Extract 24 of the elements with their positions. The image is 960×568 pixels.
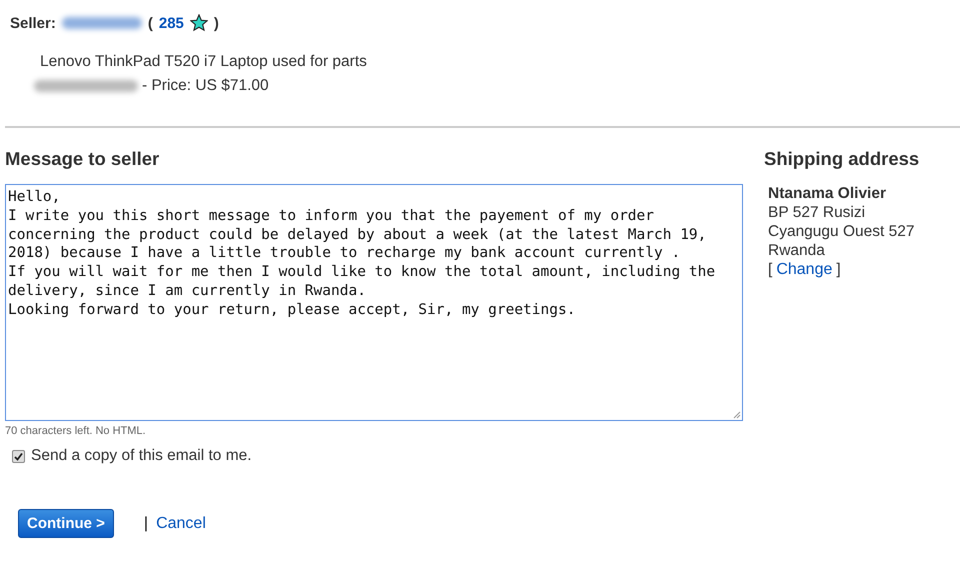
recipient-name: Ntanama Olivier	[768, 184, 888, 203]
message-heading: Message to seller	[5, 148, 160, 170]
paren: )	[214, 14, 219, 32]
item-title: Lenovo ThinkPad T520 i7 Laptop used for parts	[40, 52, 368, 72]
message-text-area[interactable]: Hello, I write you this short message to inform you that the payement of my order concerning the product could be delayed by about a week (at the latest March 19, 2018) because I have a little trouble to recharge my bank account currently . If you will wait for me then I would like to know the total amount, including the delivery, since I am currently in Rwanda. Looking forward to your return, please accept, Sir, my greetings.	[5, 184, 743, 421]
cancel-link[interactable]: Cancel	[156, 514, 206, 532]
item-price: - Price: US $71.00	[142, 76, 269, 96]
bracket: [	[768, 260, 772, 279]
seller-label: Seller:	[10, 14, 56, 32]
bracket: ]	[836, 260, 841, 279]
paren: (	[148, 14, 153, 32]
address-line: Cyangugu Ouest 527	[768, 222, 916, 241]
continue-button[interactable]: Continue >	[18, 509, 114, 538]
separator: |	[144, 514, 148, 532]
star-icon	[190, 14, 208, 32]
address-line: BP 527 Rusizi	[768, 203, 866, 222]
shipping-heading: Shipping address	[764, 148, 920, 170]
change-link[interactable]: Change	[776, 260, 832, 279]
feedback-score-link[interactable]: 285	[158, 14, 184, 32]
address-line: Rwanda	[768, 241, 826, 260]
copy-checkbox[interactable]	[12, 450, 25, 462]
resize-grip-icon[interactable]	[733, 411, 741, 419]
character-count-hint: 70 characters left. No HTML.	[5, 425, 147, 437]
copy-checkbox-label: Send a copy of this email to me.	[31, 447, 252, 465]
